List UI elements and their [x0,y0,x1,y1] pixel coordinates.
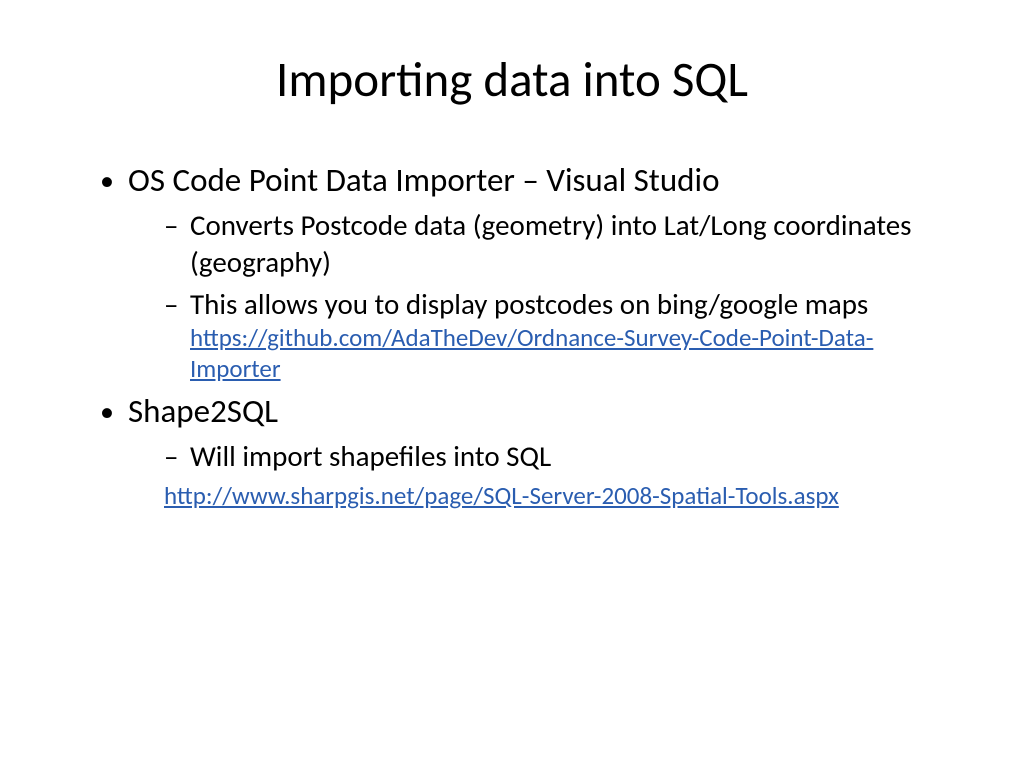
list-item: This allows you to display postcodes on … [164,286,954,385]
list-item: Converts Postcode data (geometry) into L… [164,207,954,280]
list-item-label: Will import shapefiles into SQL [190,438,551,474]
list-item-label: OS Code Point Data Importer – Visual Stu… [128,160,719,200]
bullet-list-level1: OS Code Point Data Importer – Visual Stu… [70,160,954,511]
list-item-label: This allows you to display postcodes on … [190,286,868,322]
bullet-list-level2: Will import shapefiles into SQL [128,438,954,474]
link-container: http://www.sharpgis.net/page/SQL-Server-… [128,480,954,511]
list-item: Will import shapefiles into SQL [164,438,954,474]
list-item: Shape2SQL Will import shapefiles into SQ… [100,391,954,512]
bullet-list-level2: Converts Postcode data (geometry) into L… [128,207,954,384]
sharpgis-link[interactable]: http://www.sharpgis.net/page/SQL-Server-… [164,480,954,511]
list-item: OS Code Point Data Importer – Visual Stu… [100,160,954,385]
list-item-label: Shape2SQL [128,391,278,431]
list-item-label: Converts Postcode data (geometry) into L… [190,207,912,279]
slide-title: Importing data into SQL [70,50,954,110]
github-link[interactable]: https://github.com/AdaTheDev/Ordnance-Su… [190,322,954,385]
